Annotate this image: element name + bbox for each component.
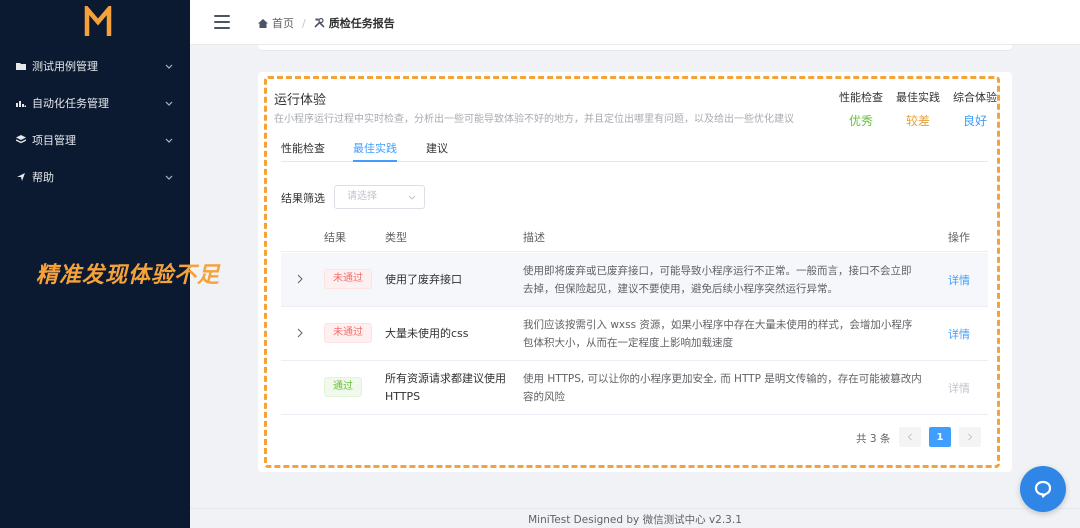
- chevron-down-icon: [165, 138, 173, 143]
- column-header-type: 类型: [385, 231, 407, 244]
- tools-icon: [314, 18, 325, 28]
- row-description-line: 容的风险: [523, 391, 565, 403]
- metric-overall: 综合体验 良好: [952, 89, 998, 129]
- column-header-description: 描述: [523, 231, 545, 244]
- details-link[interactable]: 详情: [948, 272, 970, 288]
- compass-icon: [16, 172, 26, 182]
- column-header-result: 结果: [324, 231, 346, 244]
- chevron-down-icon: [165, 101, 173, 106]
- layers-icon: [16, 135, 26, 145]
- chevron-left-icon: [907, 433, 912, 441]
- sidebar-item-label: 测试用例管理: [32, 59, 98, 73]
- tab-suggestions[interactable]: 建议: [426, 140, 448, 162]
- chat-button[interactable]: [1020, 466, 1066, 512]
- report-subtitle: 在小程序运行过程中实时检查，分析出一些可能导致体验不好的地方，并且定位出哪里有问…: [274, 114, 794, 125]
- metric-label: 综合体验: [953, 91, 997, 104]
- row-description-line: 去掉，但保险起见，建议不要使用，避免后续小程序突然运行异常。: [523, 283, 838, 295]
- details-link[interactable]: 详情: [948, 380, 970, 396]
- pagination-total: 共 3 条: [856, 433, 891, 445]
- sidebar-item-label: 自动化任务管理: [32, 96, 109, 110]
- column-header-action: 操作: [948, 231, 970, 244]
- chevron-down-icon: [165, 64, 173, 69]
- row-type: 所有资源请求都建议使用 HTTPS: [385, 370, 509, 406]
- tab-best-practice[interactable]: 最佳实践: [353, 140, 397, 162]
- row-description-line: 使用即将废弃或已废弃接口，可能导致小程序运行不正常。一般而言，接口不会立即: [523, 265, 912, 277]
- row-description: 使用 HTTPS, 可以让你的小程序更加安全, 而 HTTP 是明文传输的，存在…: [523, 370, 923, 406]
- footer-text: MiniTest Designed by 微信测试中心 v2.3.1: [528, 514, 742, 526]
- metric-performance: 性能检查 优秀: [838, 89, 884, 129]
- sidebar-item-automation-tasks[interactable]: 自动化任务管理: [0, 84, 190, 121]
- sidebar-item-label: 帮助: [32, 170, 54, 184]
- table-row: 通过 所有资源请求都建议使用 HTTPS 使用 HTTPS, 可以让你的小程序更…: [281, 361, 988, 415]
- breadcrumb-current: 质检任务报告: [328, 17, 395, 30]
- breadcrumb-separator: /: [302, 16, 306, 30]
- details-link[interactable]: 详情: [948, 326, 970, 342]
- promo-callout: 精准发现体验不足: [36, 263, 221, 288]
- filter-label: 结果筛选: [281, 192, 325, 205]
- sidebar-item-label: 项目管理: [32, 133, 76, 147]
- row-type: 使用了废弃接口: [385, 273, 462, 286]
- status-badge: 未通过: [324, 269, 372, 289]
- chevron-right-icon[interactable]: [296, 274, 304, 284]
- row-description-line: 包体积大小，从而在一定程度上影响加载速度: [523, 337, 733, 349]
- home-icon: [258, 18, 268, 28]
- filter-placeholder: 请选择: [347, 191, 377, 202]
- metric-value: 优秀: [848, 114, 873, 128]
- row-description: 使用即将废弃或已废弃接口，可能导致小程序运行不正常。一般而言，接口不会立即 去掉…: [523, 262, 923, 298]
- status-badge: 未通过: [324, 323, 372, 343]
- bar-chart-icon: [16, 98, 26, 108]
- row-description-line: 使用 HTTPS, 可以让你的小程序更加安全, 而 HTTP 是明文传输的，存在…: [523, 373, 922, 385]
- previous-card-bottom: [258, 45, 1012, 51]
- menu-toggle-icon[interactable]: [214, 15, 230, 29]
- metric-value: 良好: [962, 114, 987, 128]
- metric-best-practice: 最佳实践 较差: [895, 89, 941, 129]
- breadcrumb-home-link[interactable]: 首页: [272, 15, 294, 31]
- row-type: 大量未使用的css: [385, 327, 469, 340]
- row-description: 我们应该按需引入 wxss 资源，如果小程序中存在大量未使用的样式，会增加小程序…: [523, 316, 923, 352]
- metric-label: 性能检查: [839, 91, 883, 104]
- report-title: 运行体验: [274, 93, 327, 108]
- chevron-down-icon: [408, 195, 416, 200]
- sidebar-item-test-cases[interactable]: 测试用例管理: [0, 47, 190, 84]
- result-filter-select[interactable]: 请选择: [334, 185, 425, 209]
- status-badge: 通过: [324, 377, 362, 397]
- table-row[interactable]: 未通过 大量未使用的css 我们应该按需引入 wxss 资源，如果小程序中存在大…: [281, 307, 988, 361]
- chevron-right-icon[interactable]: [296, 328, 304, 338]
- logo-icon[interactable]: [84, 6, 112, 38]
- prev-page-button[interactable]: [899, 427, 921, 447]
- sidebar-item-project-management[interactable]: 项目管理: [0, 121, 190, 158]
- chat-bubble-icon: [1034, 480, 1052, 498]
- folder-icon: [16, 61, 26, 71]
- footer: MiniTest Designed by 微信测试中心 v2.3.1: [190, 508, 1080, 528]
- table-row[interactable]: 未通过 使用了废弃接口 使用即将废弃或已废弃接口，可能导致小程序运行不正常。一般…: [281, 253, 988, 307]
- metric-value: 较差: [905, 114, 930, 128]
- page-number-button[interactable]: 1: [929, 427, 951, 447]
- breadcrumb: 首页 / 质检任务报告: [258, 15, 395, 31]
- next-page-button[interactable]: [959, 427, 981, 447]
- metric-label: 最佳实践: [896, 91, 940, 104]
- tab-performance[interactable]: 性能检查: [281, 140, 325, 162]
- table-header: 结果 类型 描述 操作: [281, 218, 988, 252]
- row-description-line: 我们应该按需引入 wxss 资源，如果小程序中存在大量未使用的样式，会增加小程序: [523, 319, 913, 331]
- report-tabs: 性能检查 最佳实践 建议: [281, 140, 988, 162]
- row-type-line: HTTPS: [385, 390, 421, 403]
- row-type-line: 所有资源请求都建议使用: [385, 372, 506, 385]
- header: 首页 / 质检任务报告: [190, 0, 1080, 45]
- chevron-down-icon: [165, 175, 173, 180]
- chevron-right-icon: [968, 433, 973, 441]
- sidebar-item-help[interactable]: 帮助: [0, 158, 190, 195]
